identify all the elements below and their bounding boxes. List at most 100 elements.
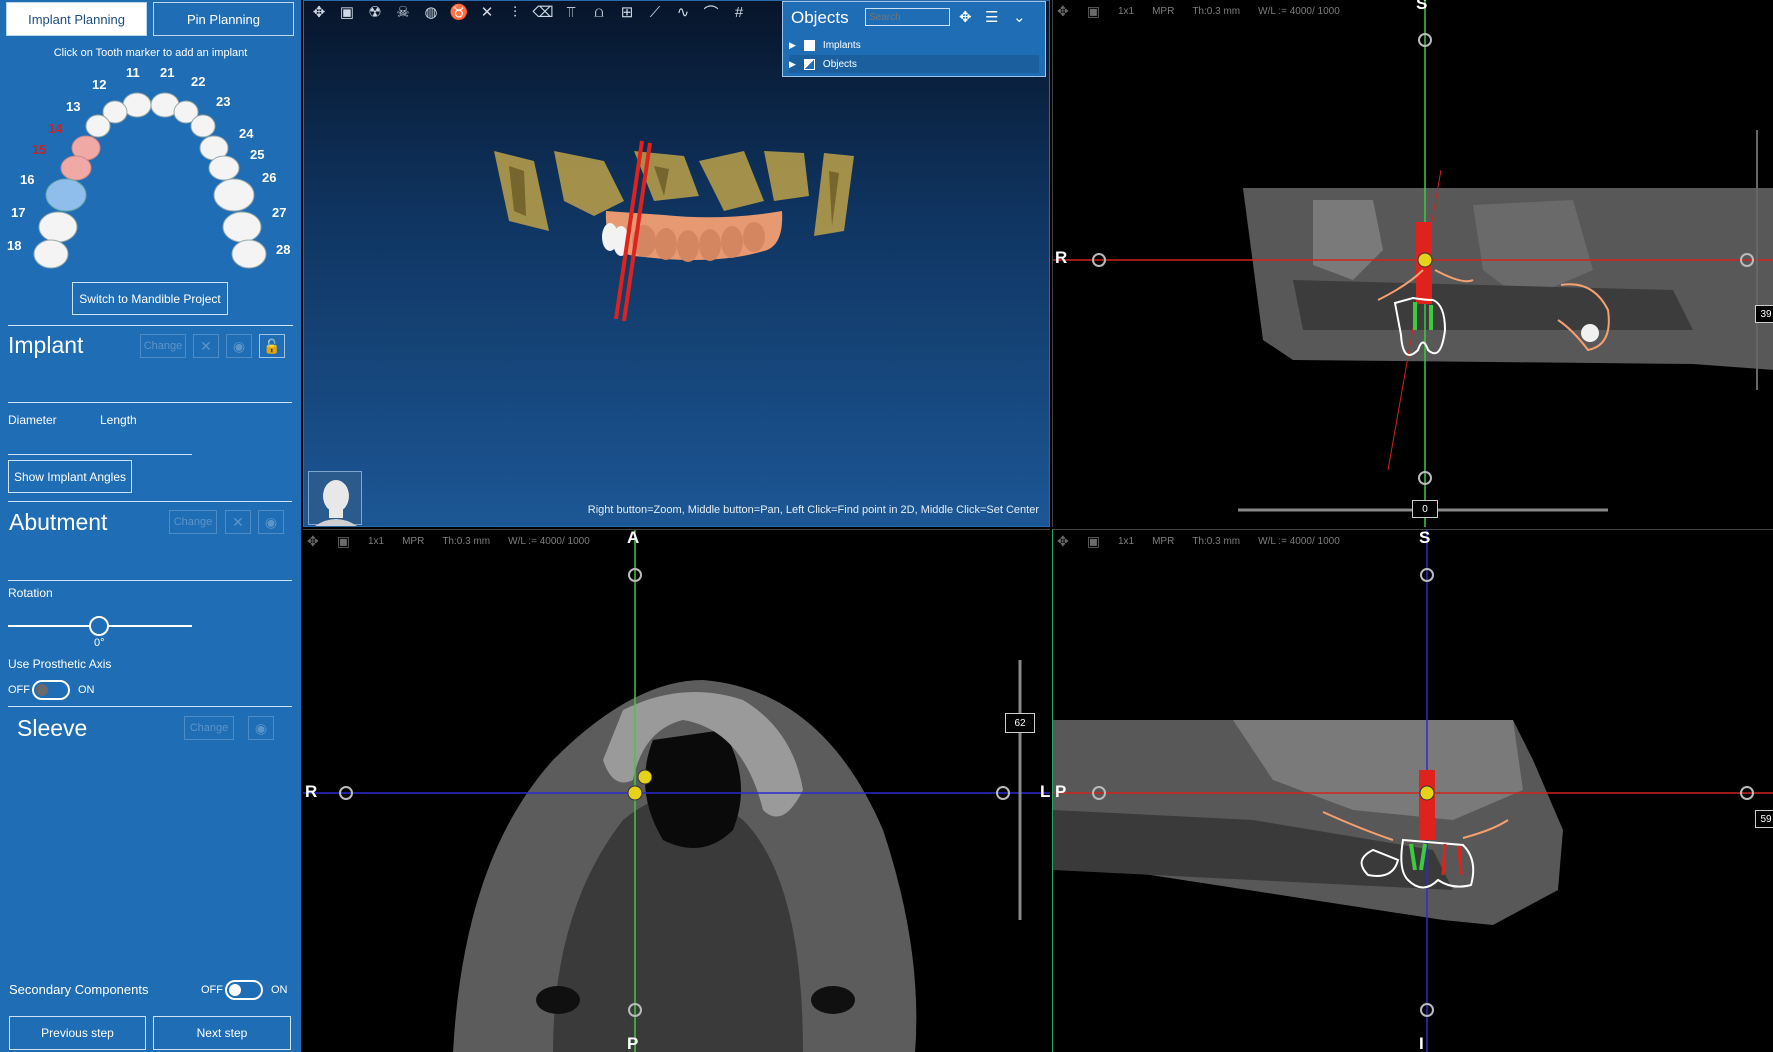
prosthetic-axis-toggle[interactable]: [32, 680, 70, 700]
tooth-28[interactable]: [231, 239, 267, 269]
abutment-section-title: Abutment: [9, 509, 108, 535]
orientation-right-label: L: [1040, 782, 1050, 801]
thickness-label: Th:0.3 mm: [442, 535, 491, 547]
axial-view[interactable]: ✥ ▣ 1x1 MPR Th:0.3 mm W/L := 4000/ 1000 …: [303, 529, 1050, 1052]
coronal-scan: [1053, 0, 1773, 527]
axial-scan: [303, 530, 1050, 1052]
side-slider-value[interactable]: 39: [1755, 305, 1773, 323]
head-icon-graphic: [315, 480, 357, 526]
orientation-bottom-label: P: [627, 1034, 639, 1052]
tooth-number: 13: [66, 99, 80, 114]
diameter-label: Diameter: [8, 413, 57, 427]
abutment-change-button[interactable]: Change: [169, 510, 217, 534]
move-icon[interactable]: ✥: [1057, 3, 1069, 20]
camera-icon[interactable]: ▣: [1087, 533, 1100, 550]
sleeve-visibility-icon[interactable]: ◉: [248, 716, 274, 740]
rotation-label: Rotation: [8, 586, 53, 600]
orientation-top-label: S: [1416, 0, 1428, 13]
sagittal-view[interactable]: ✥ ▣ 1x1 MPR Th:0.3 mm W/L := 4000/ 1000 …: [1052, 529, 1773, 1052]
camera-icon[interactable]: ▣: [337, 533, 350, 550]
mode-label[interactable]: MPR: [402, 536, 424, 547]
previous-step-button[interactable]: Previous step: [9, 1016, 146, 1050]
tooth-number: 14: [48, 121, 63, 136]
abutment-delete-icon[interactable]: ✕: [225, 510, 251, 534]
implant-change-button[interactable]: Change: [140, 334, 186, 358]
orientation-left-label: R: [305, 782, 318, 801]
layout-label[interactable]: 1x1: [368, 536, 384, 547]
show-implant-angles-button[interactable]: Show Implant Angles: [8, 460, 132, 493]
orientation-bottom-label: I: [1419, 1034, 1424, 1052]
tooth-23[interactable]: [190, 114, 216, 138]
layout-label[interactable]: 1x1: [1118, 536, 1134, 547]
prosthetic-axis-label: Use Prosthetic Axis: [8, 657, 112, 671]
secondary-on-label: ON: [271, 984, 288, 996]
divider: [8, 706, 292, 707]
divider: [8, 454, 192, 455]
planning-sidebar: Implant Planning Pin Planning Click on T…: [0, 0, 301, 1052]
slice-slider-value[interactable]: 0: [1412, 500, 1438, 518]
prosthetic-axis-on-label: ON: [78, 684, 95, 696]
tooth-25[interactable]: [208, 155, 240, 181]
orientation-left-label: P: [1055, 782, 1067, 801]
axial-header: ✥ ▣ 1x1 MPR Th:0.3 mm W/L := 4000/ 1000: [307, 532, 590, 550]
3d-scan-render: [494, 140, 854, 322]
tooth-15[interactable]: [60, 155, 92, 181]
camera-icon[interactable]: ▣: [1087, 3, 1100, 20]
mouse-help-text: Right button=Zoom, Middle button=Pan, Le…: [587, 504, 1039, 516]
sleeve-section-title: Sleeve: [17, 715, 88, 741]
layout-label[interactable]: 1x1: [1118, 6, 1134, 17]
mode-label[interactable]: MPR: [1152, 536, 1174, 547]
tooth-number: 28: [276, 242, 290, 257]
tooth-27[interactable]: [222, 211, 262, 243]
tooth-number: 12: [92, 77, 106, 92]
tooth-number: 26: [262, 170, 276, 185]
secondary-off-label: OFF: [201, 984, 223, 996]
coronal-view[interactable]: ✥ ▣ 1x1 MPR Th:0.3 mm W/L := 4000/ 1000 …: [1052, 0, 1773, 527]
divider: [8, 325, 293, 326]
tooth-chart: 11 12 13 14 15 16 17 18 21 22 23 24 25 2…: [7, 65, 290, 269]
thickness-label: Th:0.3 mm: [1192, 5, 1241, 17]
sagittal-header: ✥ ▣ 1x1 MPR Th:0.3 mm W/L := 4000/ 1000: [1057, 532, 1340, 550]
toggle-knob: [229, 984, 241, 996]
window-level-label: W/L := 4000/ 1000: [1258, 5, 1340, 17]
tab-implant-planning[interactable]: Implant Planning: [6, 2, 147, 36]
tooth-number: 11: [126, 65, 140, 80]
app-window: Implant Planning Pin Planning Click on T…: [0, 0, 1773, 1052]
3d-view[interactable]: ✥ ▣ ☢ ☠ ◍ ♉ ✕ ⫶ ⌫ ⫪ ⩍ ⊞ ⟋ ∿ ⌒ # Objects …: [303, 0, 1050, 527]
coronal-header: ✥ ▣ 1x1 MPR Th:0.3 mm W/L := 4000/ 1000: [1057, 2, 1340, 20]
tooth-number: 24: [239, 126, 254, 141]
secondary-components-toggle[interactable]: [225, 980, 263, 1000]
prosthetic-axis-off-label: OFF: [8, 684, 30, 696]
move-icon[interactable]: ✥: [1057, 533, 1069, 550]
divider: [8, 402, 292, 403]
sleeve-change-button[interactable]: Change: [184, 716, 234, 740]
head-orientation-icon[interactable]: [308, 471, 362, 526]
move-icon[interactable]: ✥: [307, 533, 319, 550]
toggle-knob: [36, 684, 48, 696]
window-level-label: W/L := 4000/ 1000: [1258, 535, 1340, 547]
next-step-button[interactable]: Next step: [153, 1016, 291, 1050]
abutment-visibility-icon[interactable]: ◉: [258, 510, 284, 534]
orientation-top-label: A: [627, 529, 640, 547]
side-slider-value[interactable]: 59: [1755, 810, 1773, 828]
rotation-slider-handle[interactable]: [89, 616, 109, 636]
implant-delete-icon[interactable]: ✕: [193, 334, 219, 358]
tab-pin-planning[interactable]: Pin Planning: [153, 2, 294, 36]
divider: [8, 501, 292, 502]
implant-lock-icon[interactable]: 🔓: [259, 334, 285, 358]
tooth-hint: Click on Tooth marker to add an implant: [53, 47, 248, 59]
tooth-13[interactable]: [85, 114, 111, 138]
tooth-number: 25: [250, 147, 264, 162]
tooth-26[interactable]: [213, 178, 255, 212]
implant-visibility-icon[interactable]: ◉: [226, 334, 252, 358]
tooth-18[interactable]: [33, 239, 69, 269]
implant-section-title: Implant: [8, 332, 84, 358]
mode-label[interactable]: MPR: [1152, 6, 1174, 17]
thickness-label: Th:0.3 mm: [1192, 535, 1241, 547]
rotation-value: 0°: [94, 637, 105, 649]
sagittal-scan: [1053, 530, 1773, 1052]
switch-to-mandible-button[interactable]: Switch to Mandible Project: [72, 282, 228, 315]
tooth-17[interactable]: [38, 211, 78, 243]
tooth-16[interactable]: [45, 178, 87, 212]
side-slider-value[interactable]: 62: [1005, 713, 1035, 733]
